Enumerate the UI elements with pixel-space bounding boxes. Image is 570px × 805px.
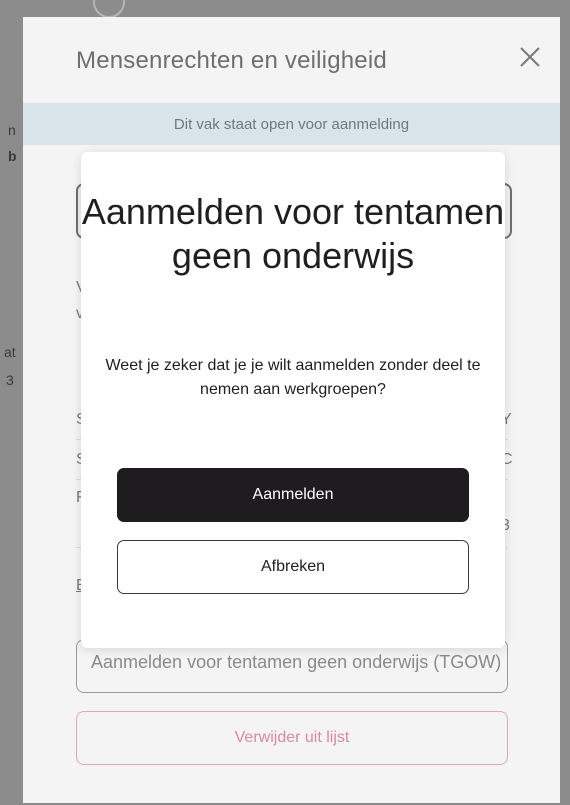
- cancel-button[interactable]: Afbreken: [117, 540, 469, 594]
- confirm-register-button[interactable]: Aanmelden: [117, 468, 469, 522]
- modal-title: Aanmelden voor tentamen geen onderwijs: [81, 191, 505, 276]
- modal-message: Weet je zeker dat je je wilt aanmelden z…: [105, 357, 481, 398]
- confirmation-modal: Aanmelden voor tentamen geen onderwijs W…: [81, 152, 505, 648]
